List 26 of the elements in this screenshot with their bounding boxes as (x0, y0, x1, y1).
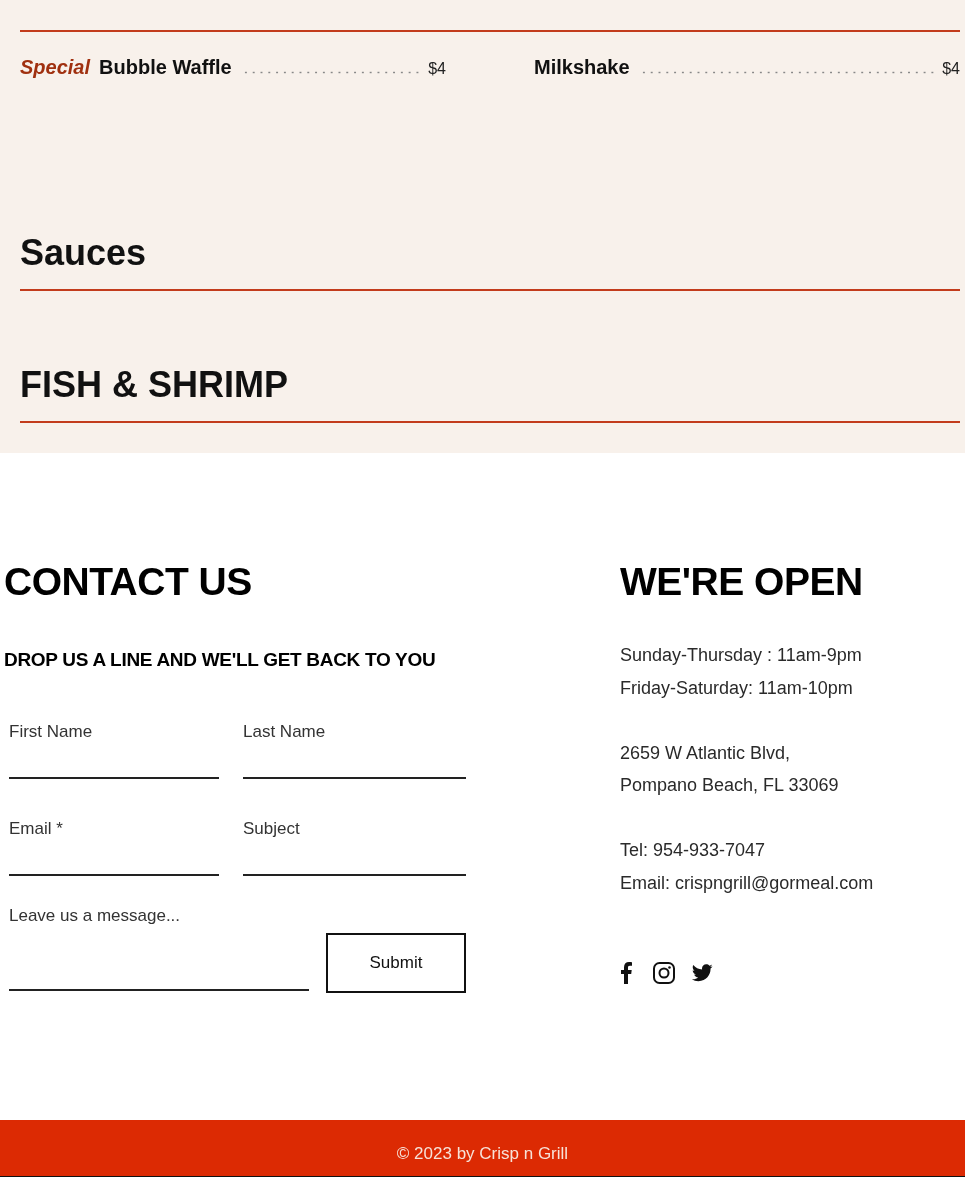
hours-heading: WE'RE OPEN (620, 559, 863, 604)
field-label: Email * (9, 818, 63, 840)
field-label: Subject (243, 818, 300, 840)
facebook-icon[interactable] (621, 962, 632, 984)
address-text: Pompano Beach, FL 33069 (620, 774, 839, 797)
copyright-text: © 2023 by Crisp n Grill (396, 1144, 569, 1163)
item-name: Bubble Waffle (99, 55, 232, 80)
item-name: Milkshake (534, 55, 630, 80)
field-label: Last Name (243, 721, 326, 743)
message-field[interactable]: Leave us a message... (9, 905, 309, 991)
twitter-icon[interactable] (691, 964, 713, 982)
section-heading: FISH & SHRIMP (20, 363, 288, 406)
contact-text: Tel: 954-933-7047 (620, 839, 766, 862)
contact-heading: CONTACT US (4, 559, 252, 604)
section-heading: Sauces (20, 231, 147, 274)
hours-text: Sunday-Thursday : 11am-9pm (620, 644, 862, 667)
item-price: $4 (942, 59, 960, 79)
contact-subtitle: DROP US A LINE AND WE'LL GET BACK TO YOU (4, 648, 436, 672)
item-price: $4 (428, 59, 446, 79)
address-text: 2659 W Atlantic Blvd, (620, 741, 791, 765)
special-tag: Special (20, 55, 91, 80)
contact-text: Email: crispngrill@gormeal.com (620, 871, 874, 895)
hours-text: Friday-Saturday: 11am-10pm (620, 676, 853, 700)
instagram-icon[interactable] (653, 962, 675, 984)
field-label: First Name (9, 721, 93, 743)
submit-button[interactable]: Submit (326, 933, 466, 993)
